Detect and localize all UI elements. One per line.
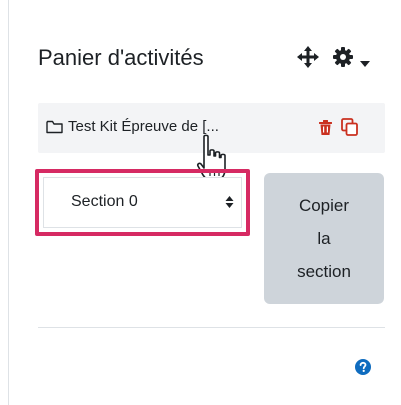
copy-section-label-3: section — [297, 262, 351, 281]
gear-icon[interactable] — [332, 46, 354, 68]
select-arrows-icon — [225, 194, 234, 210]
caret-down-icon[interactable] — [360, 54, 370, 67]
footer-divider — [38, 327, 385, 328]
move-icon[interactable] — [297, 46, 319, 68]
copy-section-label-2: la — [317, 229, 331, 248]
block-header: Panier d'activités — [38, 38, 393, 78]
help-icon[interactable] — [355, 359, 371, 375]
copy-section-label-1: Copier — [298, 196, 350, 215]
section-select-highlight: Section 0 — [35, 169, 250, 236]
folder-icon — [46, 120, 63, 134]
block-left-border — [8, 0, 9, 405]
copy-icon[interactable] — [341, 118, 358, 136]
trash-icon[interactable] — [319, 120, 332, 135]
copy-section-button[interactable]: Copier la section — [264, 173, 384, 304]
section-select[interactable]: Section 0 — [43, 177, 242, 228]
block-title: Panier d'activités — [38, 45, 204, 70]
activity-basket-block: Panier d'activités Test Kit Épreuve de [… — [0, 0, 401, 405]
section-select-value: Section 0 — [71, 193, 138, 210]
